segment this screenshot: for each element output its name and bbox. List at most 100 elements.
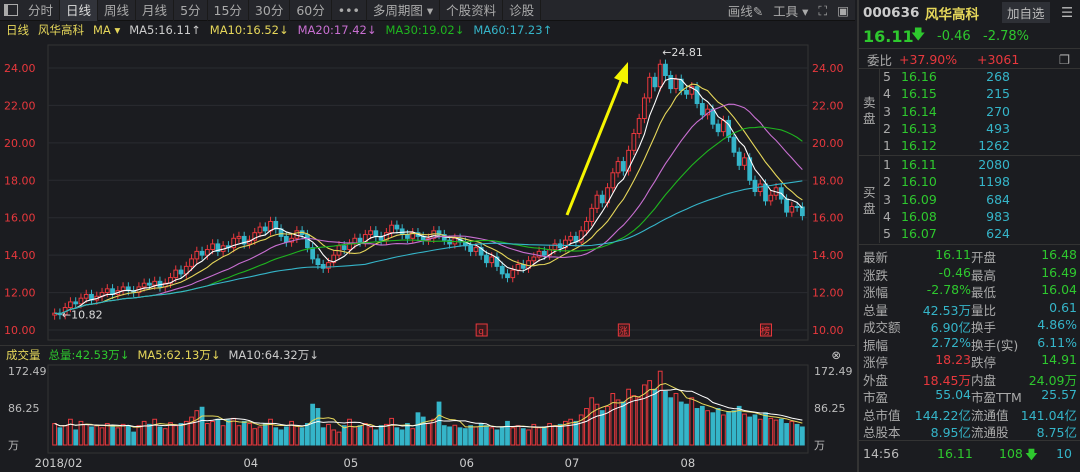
tab-period[interactable]: 日线 bbox=[60, 0, 99, 21]
tab-period[interactable]: 多周期图 ▾ bbox=[367, 0, 441, 21]
stat-value: 8.95亿 bbox=[930, 425, 971, 440]
volume-bar bbox=[278, 429, 284, 446]
candle bbox=[125, 286, 131, 292]
tab-period[interactable]: 分时 bbox=[22, 0, 61, 21]
volume-bar bbox=[773, 419, 779, 446]
candle bbox=[673, 78, 679, 90]
menu-icon[interactable]: ☰ bbox=[1061, 5, 1073, 21]
volume-bar bbox=[99, 427, 105, 446]
stock-code: 000636 bbox=[863, 5, 920, 21]
candle bbox=[699, 103, 705, 116]
candle bbox=[104, 288, 110, 294]
copy-icon[interactable]: ❐ bbox=[1059, 52, 1070, 67]
volume-bar bbox=[689, 397, 695, 446]
candle bbox=[668, 74, 674, 90]
candle bbox=[505, 273, 510, 279]
price-tick-label: 24.00 bbox=[4, 62, 36, 75]
candle bbox=[273, 220, 279, 230]
level-volume: 215 bbox=[986, 86, 1010, 102]
volume-bar bbox=[210, 420, 215, 446]
tab-period[interactable]: 个股资料 bbox=[440, 0, 504, 21]
candle bbox=[410, 232, 416, 239]
tab-period[interactable]: 15分 bbox=[208, 0, 249, 21]
level-price: 16.09 bbox=[901, 191, 937, 207]
stat-row: 涨停 18.23 跌停 14.91 bbox=[859, 352, 1080, 370]
candle bbox=[510, 269, 516, 279]
volume-bar bbox=[336, 431, 342, 446]
volume-bar bbox=[678, 401, 684, 446]
tab-period[interactable]: 周线 bbox=[98, 0, 137, 21]
candle bbox=[568, 235, 574, 241]
price-tick-label: 12.00 bbox=[812, 287, 844, 300]
candle bbox=[168, 277, 173, 284]
tab-period[interactable]: 5分 bbox=[174, 0, 208, 21]
volume-bar bbox=[573, 420, 579, 446]
stat-value: 25.57 bbox=[1041, 387, 1077, 402]
volume-tick-label: 86.25 bbox=[814, 402, 846, 415]
indicator-select[interactable]: MA ▾ bbox=[93, 23, 120, 37]
volume-bar bbox=[510, 427, 516, 446]
volume-bar bbox=[110, 425, 115, 446]
candle bbox=[757, 183, 763, 193]
draw-line-button[interactable]: 画线✎ bbox=[728, 1, 763, 20]
volume-bar bbox=[226, 419, 231, 446]
candle bbox=[257, 226, 263, 234]
volume-bar bbox=[657, 370, 663, 446]
volume-bar bbox=[731, 410, 737, 446]
price-change: -0.46 bbox=[937, 28, 971, 44]
candle bbox=[415, 232, 421, 237]
candle bbox=[647, 76, 653, 99]
candle bbox=[310, 247, 316, 260]
add-watchlist-button[interactable]: 加自选 bbox=[1002, 2, 1050, 23]
stat-value: 42.53万 bbox=[922, 302, 971, 318]
candle bbox=[131, 290, 137, 294]
stat-label: 最新 bbox=[863, 250, 889, 265]
stat-label: 跌停 bbox=[971, 355, 997, 370]
tab-period[interactable]: ••• bbox=[332, 0, 367, 21]
stat-label: 振幅 bbox=[863, 337, 889, 353]
candle bbox=[226, 245, 231, 249]
tab-period[interactable]: 诊股 bbox=[503, 0, 542, 21]
candle bbox=[183, 265, 189, 275]
volume-bar bbox=[547, 423, 552, 446]
volume-bar bbox=[168, 422, 173, 446]
close-volume-icon[interactable]: ⊗ bbox=[831, 348, 841, 362]
volume-bar bbox=[752, 414, 758, 446]
tab-period[interactable]: 月线 bbox=[136, 0, 175, 21]
tab-period[interactable]: 60分 bbox=[290, 0, 332, 21]
level-volume: 684 bbox=[986, 191, 1010, 207]
volume-bar bbox=[415, 412, 421, 446]
tools-button[interactable]: 工具 ▾ bbox=[773, 1, 808, 20]
fullscreen-icon[interactable]: ⛶ bbox=[818, 3, 827, 19]
kline-chart[interactable]: 10.00 10.00 12.00 12.00 14.00 14.00 16.00 16.00… bbox=[0, 0, 855, 472]
tab-period[interactable]: 30分 bbox=[249, 0, 291, 21]
volume-bar bbox=[563, 420, 568, 446]
volume-bar bbox=[736, 405, 742, 446]
volume-bar bbox=[778, 418, 784, 446]
stat-value: 14.91 bbox=[1041, 352, 1077, 367]
down-arrow-icon: 🡇 bbox=[911, 27, 926, 43]
price-tick-label: 18.00 bbox=[4, 174, 36, 187]
period-toolbar: 分时 日线 周线 月线 5分 15分 30分 60分 ••• 多周期图 ▾ 个股资料 诊股 画线✎ 工… bbox=[0, 0, 855, 21]
candle bbox=[547, 249, 552, 256]
event-marker-label: q bbox=[478, 327, 484, 337]
volume-bar bbox=[241, 420, 247, 446]
candle bbox=[252, 232, 258, 241]
panel-toggle-icon[interactable]: ▣ bbox=[837, 3, 849, 18]
candle bbox=[194, 250, 200, 260]
volume-bar bbox=[515, 425, 521, 446]
volume-bar bbox=[231, 417, 237, 446]
stat-value: 4.86% bbox=[1037, 317, 1077, 332]
volume-bar bbox=[615, 399, 621, 446]
candle bbox=[373, 230, 379, 237]
candle bbox=[52, 312, 58, 316]
volume-bar bbox=[584, 408, 589, 446]
stat-value: 18.45万 bbox=[922, 372, 971, 388]
level-price: 16.13 bbox=[901, 120, 937, 136]
candle bbox=[720, 119, 726, 133]
sidebar-toggle-icon[interactable] bbox=[4, 4, 18, 16]
stat-label: 内盘 bbox=[971, 372, 997, 388]
stock-name: 风华高科 bbox=[925, 7, 979, 23]
price-tick-label: 14.00 bbox=[812, 249, 844, 262]
price-tick-label: 18.00 bbox=[812, 174, 844, 187]
